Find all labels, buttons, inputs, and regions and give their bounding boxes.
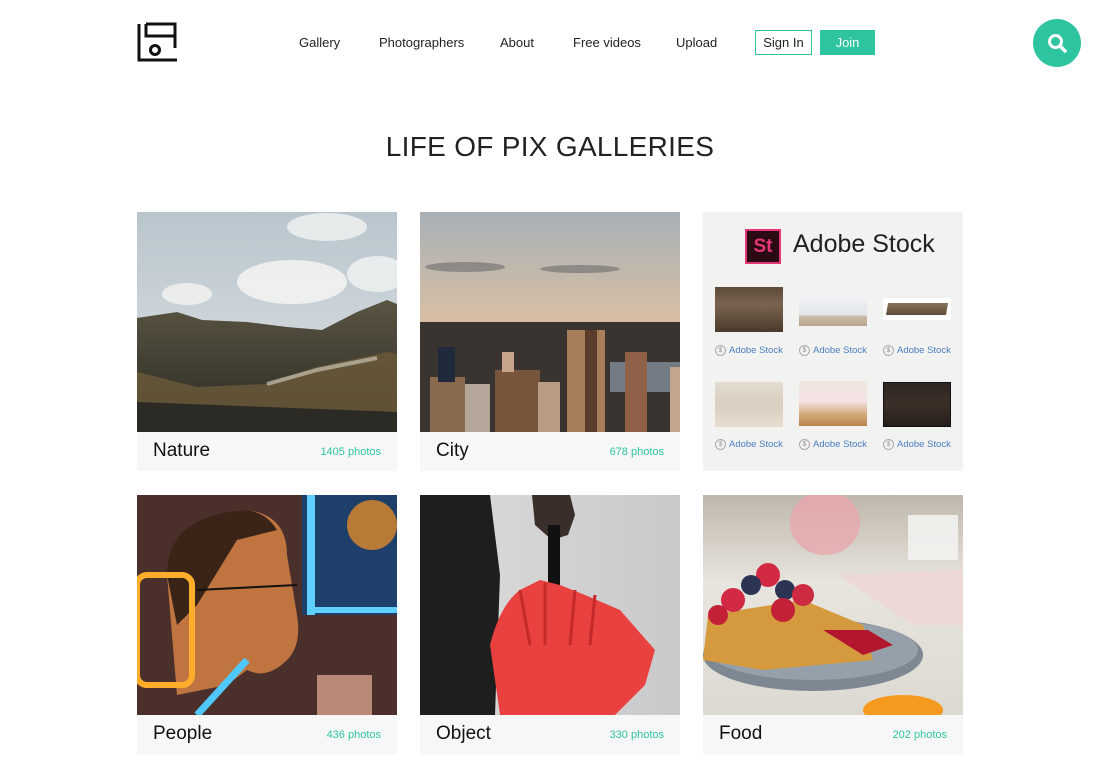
adobe-stock-link[interactable]: $ Adobe Stock: [883, 345, 951, 356]
search-button[interactable]: [1033, 19, 1081, 67]
gallery-image-city[interactable]: [420, 212, 680, 432]
gallery-image-nature[interactable]: [137, 212, 397, 432]
adobe-stock-link[interactable]: $ Adobe Stock: [799, 439, 867, 450]
stock-thumb-light-wood[interactable]: [715, 382, 783, 427]
nav-upload[interactable]: Upload: [676, 35, 717, 50]
gallery-photo-count: 436 photos: [326, 729, 381, 741]
gallery-image-food[interactable]: [703, 495, 963, 715]
stock-thumb-wood-tabletop[interactable]: [883, 298, 951, 320]
dollar-icon: $: [715, 439, 726, 450]
sign-in-button[interactable]: Sign In: [755, 30, 812, 55]
stock-thumb-white-tabletop[interactable]: [799, 294, 867, 326]
nav-about[interactable]: About: [500, 35, 534, 50]
adobe-stock-link[interactable]: $ Adobe Stock: [715, 439, 783, 450]
adobe-stock-title: Adobe Stock: [793, 230, 935, 258]
gallery-photo-count: 202 photos: [892, 729, 947, 741]
gallery-name[interactable]: People: [153, 723, 212, 745]
stock-thumb-kitchen-counter[interactable]: [799, 381, 867, 426]
gallery-image-people[interactable]: [137, 495, 397, 715]
nav-gallery[interactable]: Gallery: [299, 35, 340, 50]
nav-photographers[interactable]: Photographers: [379, 35, 464, 50]
adobe-stock-link[interactable]: $ Adobe Stock: [715, 345, 783, 356]
adobe-stock-ad[interactable]: St Adobe Stock $ Adobe Stock $ Adobe Sto…: [703, 212, 963, 471]
gallery-card-city[interactable]: City 678 photos: [420, 212, 680, 471]
gallery-photo-count: 678 photos: [609, 446, 664, 458]
page-title: LIFE OF PIX GALLERIES: [385, 131, 715, 162]
gallery-card-people[interactable]: People 436 photos: [137, 495, 397, 754]
site-logo[interactable]: [137, 22, 178, 62]
gallery-photo-count: 1405 photos: [320, 446, 381, 458]
stock-thumb-dark-planks[interactable]: [883, 382, 951, 427]
gallery-name[interactable]: Object: [436, 723, 491, 745]
gallery-name[interactable]: Food: [719, 723, 762, 745]
adobe-stock-link[interactable]: $ Adobe Stock: [883, 439, 951, 450]
dollar-icon: $: [799, 439, 810, 450]
gallery-name[interactable]: Nature: [153, 440, 210, 462]
dollar-icon: $: [799, 345, 810, 356]
search-icon: [1048, 34, 1067, 53]
nav-free-videos[interactable]: Free videos: [573, 35, 641, 50]
dollar-icon: $: [883, 345, 894, 356]
gallery-card-object[interactable]: Object 330 photos: [420, 495, 680, 754]
dollar-icon: $: [715, 345, 726, 356]
stock-thumb-dark-wood[interactable]: [715, 287, 783, 332]
dollar-icon: $: [883, 439, 894, 450]
gallery-photo-count: 330 photos: [609, 729, 664, 741]
adobe-stock-logo: St: [745, 229, 781, 264]
join-button[interactable]: Join: [820, 30, 875, 55]
gallery-card-nature[interactable]: Nature 1405 photos: [137, 212, 397, 471]
gallery-card-food[interactable]: Food 202 photos: [703, 495, 963, 754]
gallery-image-object[interactable]: [420, 495, 680, 715]
gallery-name[interactable]: City: [436, 440, 469, 462]
adobe-stock-link[interactable]: $ Adobe Stock: [799, 345, 867, 356]
